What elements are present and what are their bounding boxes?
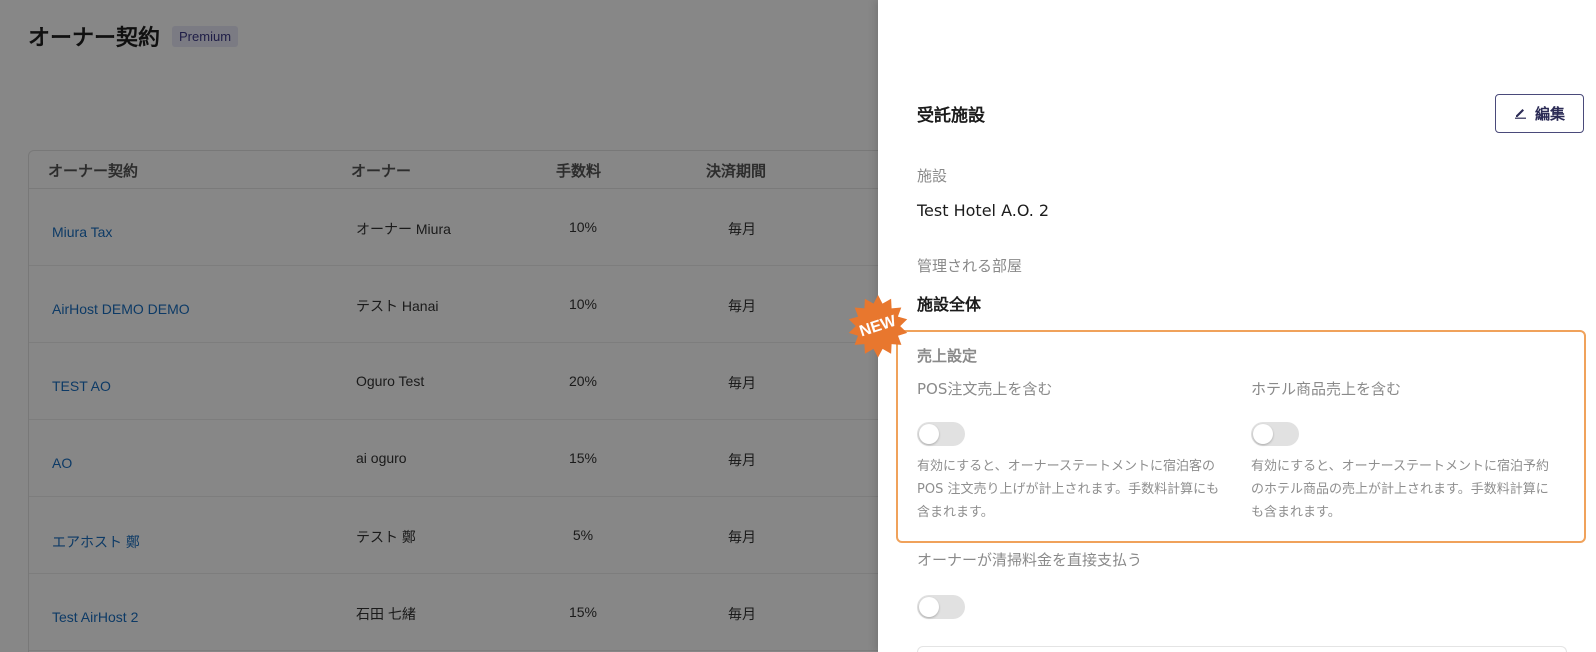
toggle-knob (919, 597, 939, 617)
description-line: のホテル商品の売上が計上されます。手数料計算に (1251, 482, 1549, 497)
panel-title: 受託施設 (917, 106, 985, 126)
hotel-goods-sales-toggle[interactable] (1251, 422, 1299, 446)
pos-sales-label: POS注文売上を含む (917, 380, 1053, 398)
pencil-icon (1514, 105, 1527, 123)
owner-pays-cleaning-toggle[interactable] (917, 595, 965, 619)
edit-button[interactable]: 編集 (1495, 94, 1584, 133)
facility-value: Test Hotel A.O. 2 (917, 201, 1050, 220)
managed-rooms-value: 施設全体 (917, 295, 982, 314)
modal-backdrop[interactable] (0, 0, 880, 652)
toggle-knob (1253, 424, 1273, 444)
description-line: 有効にすると、オーナーステートメントに宿泊予約 (1251, 459, 1549, 474)
toggle-knob (919, 424, 939, 444)
description-line: 含まれます。 (917, 505, 994, 520)
edit-button-label: 編集 (1534, 105, 1565, 123)
hotel-goods-sales-description: 有効にすると、オーナーステートメントに宿泊予約 のホテル商品の売上が計上されます… (1251, 455, 1549, 524)
hotel-goods-sales-label: ホテル商品売上を含む (1251, 380, 1402, 398)
description-line: 有効にすると、オーナーステートメントに宿泊客の (917, 459, 1215, 474)
pos-sales-description: 有効にすると、オーナーステートメントに宿泊客の POS 注文売り上げが計上されま… (917, 455, 1219, 524)
description-line: POS 注文売り上げが計上されます。手数料計算にも (917, 482, 1220, 497)
owner-pays-cleaning-label: オーナーが清掃料金を直接支払う (917, 551, 1143, 569)
sales-settings-title: 売上設定 (917, 347, 978, 365)
managed-rooms-label: 管理される部屋 (917, 257, 1023, 275)
next-field-outline (917, 646, 1567, 652)
description-line: も含まれます。 (1251, 505, 1341, 520)
facility-label: 施設 (917, 167, 948, 185)
pos-sales-toggle[interactable] (917, 422, 965, 446)
consigned-facility-drawer: 受託施設 編集 施設 Test Hotel A.O. 2 管理される部屋 施設全… (878, 0, 1596, 652)
